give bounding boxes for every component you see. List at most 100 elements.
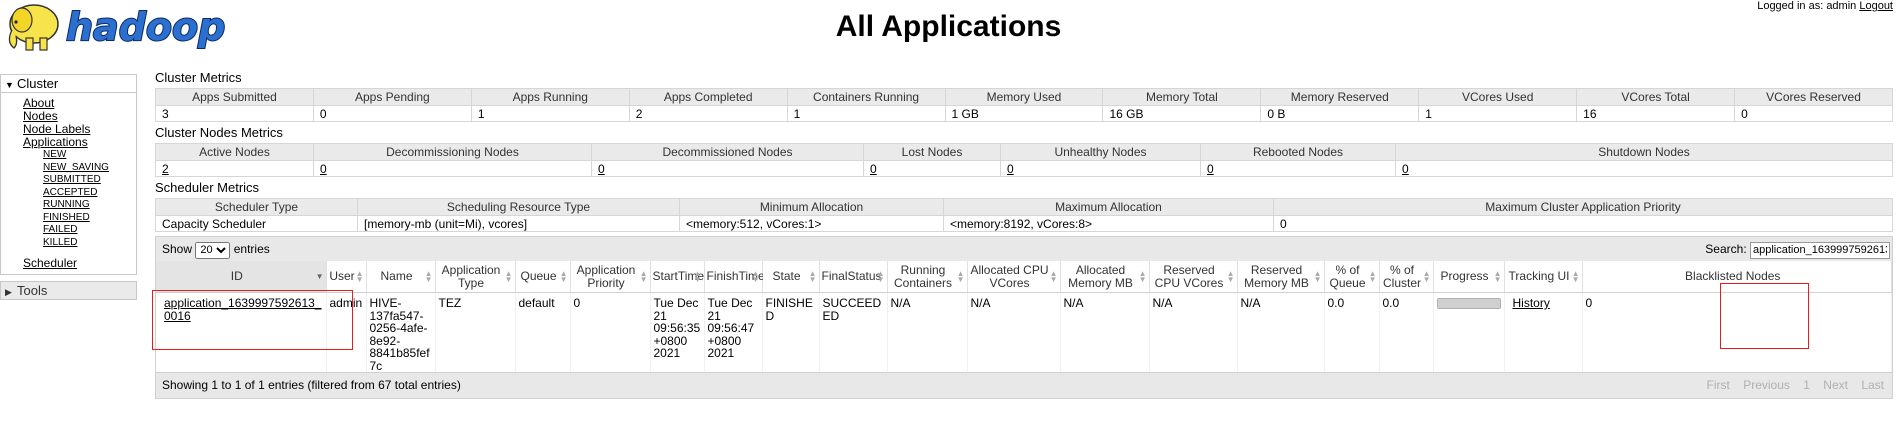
pager-next-button[interactable]: Next <box>1823 378 1848 392</box>
metric-header: Apps Running <box>470 88 630 106</box>
pager-previous-button[interactable]: Previous <box>1743 378 1790 392</box>
col-header-progress[interactable]: Progress ▲ ▼ <box>1433 261 1505 293</box>
metric-header: VCores Total <box>1576 88 1736 106</box>
col-header-allocated-cpu-vcores[interactable]: Allocated CPU VCores ▲ ▼ <box>967 261 1061 293</box>
lost-nodes-link[interactable]: 0 <box>870 162 877 176</box>
sidebar-tools-label: Tools <box>17 283 48 298</box>
metric-value: 16 <box>1576 105 1736 122</box>
main-content: Cluster Metrics Apps Submitted Apps Pend… <box>155 70 1893 399</box>
metric-value: 0 B <box>1260 105 1420 122</box>
sidebar-tools-header[interactable]: ▶ Tools <box>0 281 137 300</box>
state-link-accepted[interactable]: ACCEPTED <box>43 187 136 200</box>
col-header-finishtime[interactable]: FinishTime ▲ ▼ <box>704 261 765 293</box>
sort-icon: ▲ ▼ <box>1226 268 1235 284</box>
metric-header: Maximum Allocation <box>943 198 1274 216</box>
pager-page-1-button[interactable]: 1 <box>1803 378 1810 392</box>
sort-icon: ▲ ▼ <box>693 268 702 284</box>
pager-last-button[interactable]: Last <box>1861 378 1884 392</box>
login-info: Logged in as: admin Logout <box>1757 0 1893 12</box>
application-id-link[interactable]: application_1639997592613_0016 <box>164 296 321 323</box>
col-header-name[interactable]: Name ▲ ▼ <box>366 261 436 293</box>
active-nodes-link[interactable]: 2 <box>162 162 169 176</box>
metric-header: Containers Running <box>786 88 946 106</box>
progress-bar <box>1436 298 1501 309</box>
col-header-finalstatus[interactable]: FinalStatus ▲ ▼ <box>819 261 888 293</box>
cluster-metrics-title: Cluster Metrics <box>155 70 242 85</box>
col-header-state[interactable]: State ▲ ▼ <box>762 261 820 293</box>
col-header-tracking-ui[interactable]: Tracking UI ▲ ▼ <box>1504 261 1583 293</box>
applications-table: ID ▼ User ▲ ▼ Name ▲ ▼ Application Type ▲ ▼ Que… <box>156 261 1892 372</box>
shutdown-nodes-link[interactable]: 0 <box>1402 162 1409 176</box>
sort-icon: ▲ ▼ <box>639 268 648 284</box>
col-header-label: Tracking UI <box>1508 269 1570 283</box>
col-header-id[interactable]: ID ▼ <box>156 261 327 293</box>
col-header-pct-cluster[interactable]: % of Cluster ▲ ▼ <box>1379 261 1434 293</box>
cell-reserved-vcores: N/A <box>1149 292 1238 372</box>
cell-blacklisted: 0 <box>1582 292 1892 372</box>
col-header-reserved-cpu-vcores[interactable]: Reserved CPU VCores ▲ ▼ <box>1149 261 1238 293</box>
state-link-new-saving[interactable]: NEW_SAVING <box>43 162 136 175</box>
rebooted-nodes-link[interactable]: 0 <box>1207 162 1214 176</box>
sort-icon: ▲ ▼ <box>1493 268 1502 284</box>
col-header-application-type[interactable]: Application Type ▲ ▼ <box>435 261 516 293</box>
tracking-ui-history-link[interactable]: History <box>1513 296 1550 310</box>
col-header-label: Reserved Memory MB <box>1244 262 1309 290</box>
cell-priority: 0 <box>570 292 651 372</box>
metric-value: 16 GB <box>1102 105 1262 122</box>
metric-header: Memory Total <box>1102 88 1262 106</box>
logout-link[interactable]: Logout <box>1859 0 1893 12</box>
sidebar: ▼ Cluster About Nodes Node Labels Applica… <box>0 74 137 300</box>
search-label: Search: <box>1705 242 1747 256</box>
col-header-allocated-memory-mb[interactable]: Allocated Memory MB ▲ ▼ <box>1060 261 1150 293</box>
search-input[interactable] <box>1750 241 1890 259</box>
col-header-label: User <box>329 269 355 283</box>
cell-user: admin <box>326 292 367 372</box>
col-header-label: Application Priority <box>576 262 636 290</box>
sidebar-cluster-header[interactable]: ▼ Cluster <box>1 75 136 93</box>
metric-header: Decommissioned Nodes <box>591 143 864 161</box>
col-header-starttime[interactable]: StartTime ▲ ▼ <box>650 261 705 293</box>
state-link-new[interactable]: NEW <box>43 149 136 162</box>
col-header-blacklisted-nodes[interactable]: Blacklisted Nodes <box>1582 261 1892 293</box>
metric-header: Rebooted Nodes <box>1200 143 1396 161</box>
metric-header: VCores Reserved <box>1734 88 1893 106</box>
cell-progress <box>1433 292 1505 372</box>
state-link-running[interactable]: RUNNING <box>43 199 136 212</box>
sidebar-link-applications[interactable]: Applications <box>23 136 136 149</box>
col-header-pct-queue[interactable]: % of Queue ▲ ▼ <box>1324 261 1380 293</box>
col-header-label: % of Queue <box>1329 262 1366 290</box>
state-link-failed[interactable]: FAILED <box>43 224 136 237</box>
table-header-row: ID ▼ User ▲ ▼ Name ▲ ▼ Application Type ▲ ▼ Que… <box>156 261 1892 293</box>
col-header-label: FinalStatus <box>821 269 882 283</box>
cell-allocated-vcores: N/A <box>967 292 1061 372</box>
triangle-right-icon: ▶ <box>5 287 12 297</box>
state-link-submitted[interactable]: SUBMITTED <box>43 174 136 187</box>
sort-icon: ▲ ▼ <box>559 268 568 284</box>
metric-value: 1 <box>470 105 630 122</box>
col-header-label: Progress <box>1440 269 1489 283</box>
sidebar-app-states: NEW NEW_SAVING SUBMITTED ACCEPTED RUNNIN… <box>23 149 136 249</box>
col-header-reserved-memory-mb[interactable]: Reserved Memory MB ▲ ▼ <box>1237 261 1325 293</box>
cell-queue: default <box>515 292 571 372</box>
col-header-running-containers[interactable]: Running Containers ▲ ▼ <box>887 261 968 293</box>
state-link-killed[interactable]: KILLED <box>43 237 136 250</box>
cell-state: FINISHED <box>762 292 820 372</box>
col-header-label: Allocated CPU VCores <box>970 262 1049 290</box>
col-header-label: Application Type <box>441 262 501 290</box>
metric-header: Minimum Allocation <box>679 198 944 216</box>
cell-finalstatus: SUCCEEDED <box>819 292 888 372</box>
cell-type: TEZ <box>435 292 516 372</box>
state-link-finished[interactable]: FINISHED <box>43 212 136 225</box>
decommissioning-nodes-link[interactable]: 0 <box>320 162 327 176</box>
decommissioned-nodes-link[interactable]: 0 <box>598 162 605 176</box>
sort-icon: ▲ ▼ <box>1571 268 1580 284</box>
metric-header: Maximum Cluster Application Priority <box>1273 198 1893 216</box>
sidebar-link-scheduler[interactable]: Scheduler <box>23 257 136 270</box>
metric-value: 3 <box>155 105 314 122</box>
unhealthy-nodes-link[interactable]: 0 <box>1007 162 1014 176</box>
col-header-application-priority[interactable]: Application Priority ▲ ▼ <box>570 261 651 293</box>
col-header-user[interactable]: User ▲ ▼ <box>326 261 367 293</box>
pager-first-button[interactable]: First <box>1707 378 1730 392</box>
col-header-queue[interactable]: Queue ▲ ▼ <box>515 261 571 293</box>
page-size-select[interactable]: 20 <box>195 241 231 259</box>
